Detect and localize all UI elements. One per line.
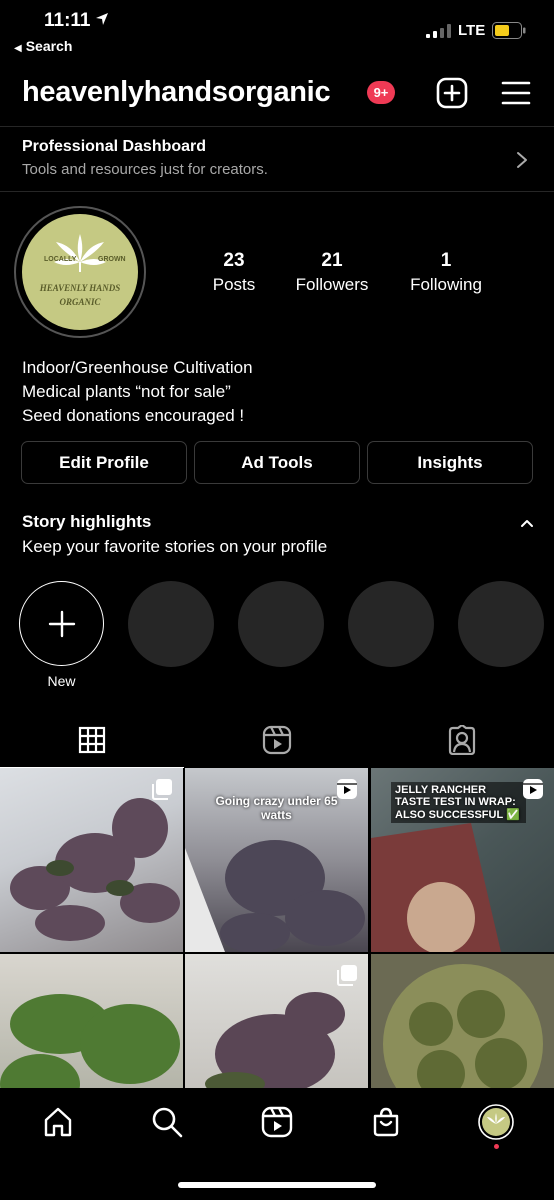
plant-photo xyxy=(0,994,180,1088)
account-username[interactable]: heavenlyhandsorganic xyxy=(22,76,331,109)
notification-badge[interactable]: 9+ xyxy=(367,81,395,104)
posts-count[interactable]: 23 Posts xyxy=(179,250,289,295)
clock: 11:11 xyxy=(44,10,91,31)
story-highlights-title: Story highlights xyxy=(22,512,152,531)
edit-profile-button[interactable]: Edit Profile xyxy=(21,441,187,484)
professional-dashboard-link[interactable]: Professional Dashboard Tools and resourc… xyxy=(0,126,554,192)
post-caption-overlay: JELLY RANCHER TASTE TEST IN WRAP: ALSO S… xyxy=(391,782,526,823)
grid-icon xyxy=(78,726,106,753)
bio-line: Seed donations encouraged ! xyxy=(22,406,245,425)
nav-search[interactable] xyxy=(149,1104,185,1140)
new-highlight-label: New xyxy=(47,673,76,689)
tagged-person-icon xyxy=(448,725,476,755)
shopping-bag-icon xyxy=(373,1107,399,1137)
post-thumbnail[interactable]: JELLY RANCHER TASTE TEST IN WRAP: ALSO S… xyxy=(371,768,554,952)
multi-photo-icon xyxy=(337,965,357,986)
post-thumbnail[interactable]: Going crazy under 65 watts xyxy=(185,768,368,952)
following-label: Following xyxy=(410,275,482,294)
post-thumbnail[interactable] xyxy=(0,768,183,952)
new-highlight-button[interactable] xyxy=(19,581,104,666)
post-thumbnail[interactable] xyxy=(185,954,368,1088)
followers-value: 21 xyxy=(321,250,343,271)
nav-profile[interactable] xyxy=(478,1104,514,1140)
svg-text:HEAVENLY HANDS: HEAVENLY HANDS xyxy=(39,283,120,293)
chevron-right-icon xyxy=(517,152,527,168)
highlight-placeholder xyxy=(348,581,434,667)
profile-content-tabs xyxy=(0,712,554,768)
reel-icon xyxy=(337,779,357,799)
home-indicator xyxy=(178,1182,376,1188)
cellular-signal-icon xyxy=(426,24,451,38)
posts-value: 23 xyxy=(223,250,245,271)
following-count[interactable]: 1 Following xyxy=(391,250,501,295)
profile-avatar[interactable]: LOCALLY GROWN HEAVENLY HANDS ORGANIC xyxy=(14,206,146,338)
bottom-navigation xyxy=(0,1088,554,1200)
status-bar: 11:11 ◀ Search LTE xyxy=(0,0,554,64)
menu-button[interactable] xyxy=(499,76,533,110)
reels-icon xyxy=(261,1106,293,1138)
following-value: 1 xyxy=(440,250,452,271)
dashboard-title: Professional Dashboard xyxy=(22,138,207,155)
highlight-placeholder xyxy=(458,581,544,667)
back-label: Search xyxy=(25,38,73,54)
nav-reels[interactable] xyxy=(259,1104,295,1140)
bio-line: Indoor/Greenhouse Cultivation xyxy=(22,358,253,377)
tab-posts-grid[interactable] xyxy=(0,712,184,768)
highlight-placeholder xyxy=(238,581,324,667)
plus-icon xyxy=(48,610,75,637)
profile-actions: Edit Profile Ad Tools Insights xyxy=(21,441,533,485)
back-to-search-link[interactable]: ◀ Search xyxy=(14,38,72,54)
profile-bio: Indoor/Greenhouse Cultivation Medical pl… xyxy=(22,356,253,428)
tab-tagged[interactable] xyxy=(370,712,554,768)
ad-tools-button[interactable]: Ad Tools xyxy=(194,441,360,484)
dashboard-subtitle: Tools and resources just for creators. xyxy=(22,161,268,178)
post-thumbnail[interactable] xyxy=(0,954,183,1088)
posts-grid: Going crazy under 65 watts JELLY RANCHER… xyxy=(0,768,554,1088)
search-icon xyxy=(152,1107,183,1138)
cannabis-leaf-logo: LOCALLY GROWN HEAVENLY HANDS ORGANIC xyxy=(39,234,126,307)
insights-button[interactable]: Insights xyxy=(367,441,533,484)
network-type: LTE xyxy=(458,22,486,39)
activity-dot xyxy=(494,1144,499,1149)
profile-avatar-icon xyxy=(478,1104,514,1140)
followers-count[interactable]: 21 Followers xyxy=(277,250,387,295)
followers-label: Followers xyxy=(295,275,369,294)
highlights-row: New xyxy=(0,581,554,691)
tab-reels[interactable] xyxy=(185,712,369,768)
create-post-button[interactable] xyxy=(435,76,469,110)
svg-text:GROWN: GROWN xyxy=(98,256,126,263)
highlight-placeholder xyxy=(128,581,214,667)
plus-square-icon xyxy=(436,77,468,109)
post-thumbnail[interactable] xyxy=(371,954,554,1088)
story-highlights-subtitle: Keep your favorite stories on your profi… xyxy=(22,537,328,556)
back-triangle-icon: ◀ xyxy=(14,43,22,54)
hamburger-menu-icon xyxy=(501,81,531,105)
posts-label: Posts xyxy=(212,275,256,294)
profile-header: heavenlyhandsorganic 9+ xyxy=(0,70,554,120)
collapse-chevron-up-icon[interactable] xyxy=(520,518,534,528)
reel-icon xyxy=(523,779,543,799)
svg-text:LOCALLY: LOCALLY xyxy=(44,256,77,263)
multi-photo-icon xyxy=(152,779,172,800)
home-icon xyxy=(44,1107,72,1137)
nav-shop[interactable] xyxy=(368,1104,404,1140)
svg-text:ORGANIC: ORGANIC xyxy=(59,297,101,307)
reels-icon xyxy=(262,725,292,755)
battery-icon xyxy=(492,22,526,39)
location-arrow-icon xyxy=(96,13,108,25)
avatar-logo-image: LOCALLY GROWN HEAVENLY HANDS ORGANIC xyxy=(22,214,138,330)
bio-line: Medical plants “not for sale” xyxy=(22,382,231,401)
bud-photo xyxy=(383,964,543,1088)
nav-home[interactable] xyxy=(40,1104,76,1140)
